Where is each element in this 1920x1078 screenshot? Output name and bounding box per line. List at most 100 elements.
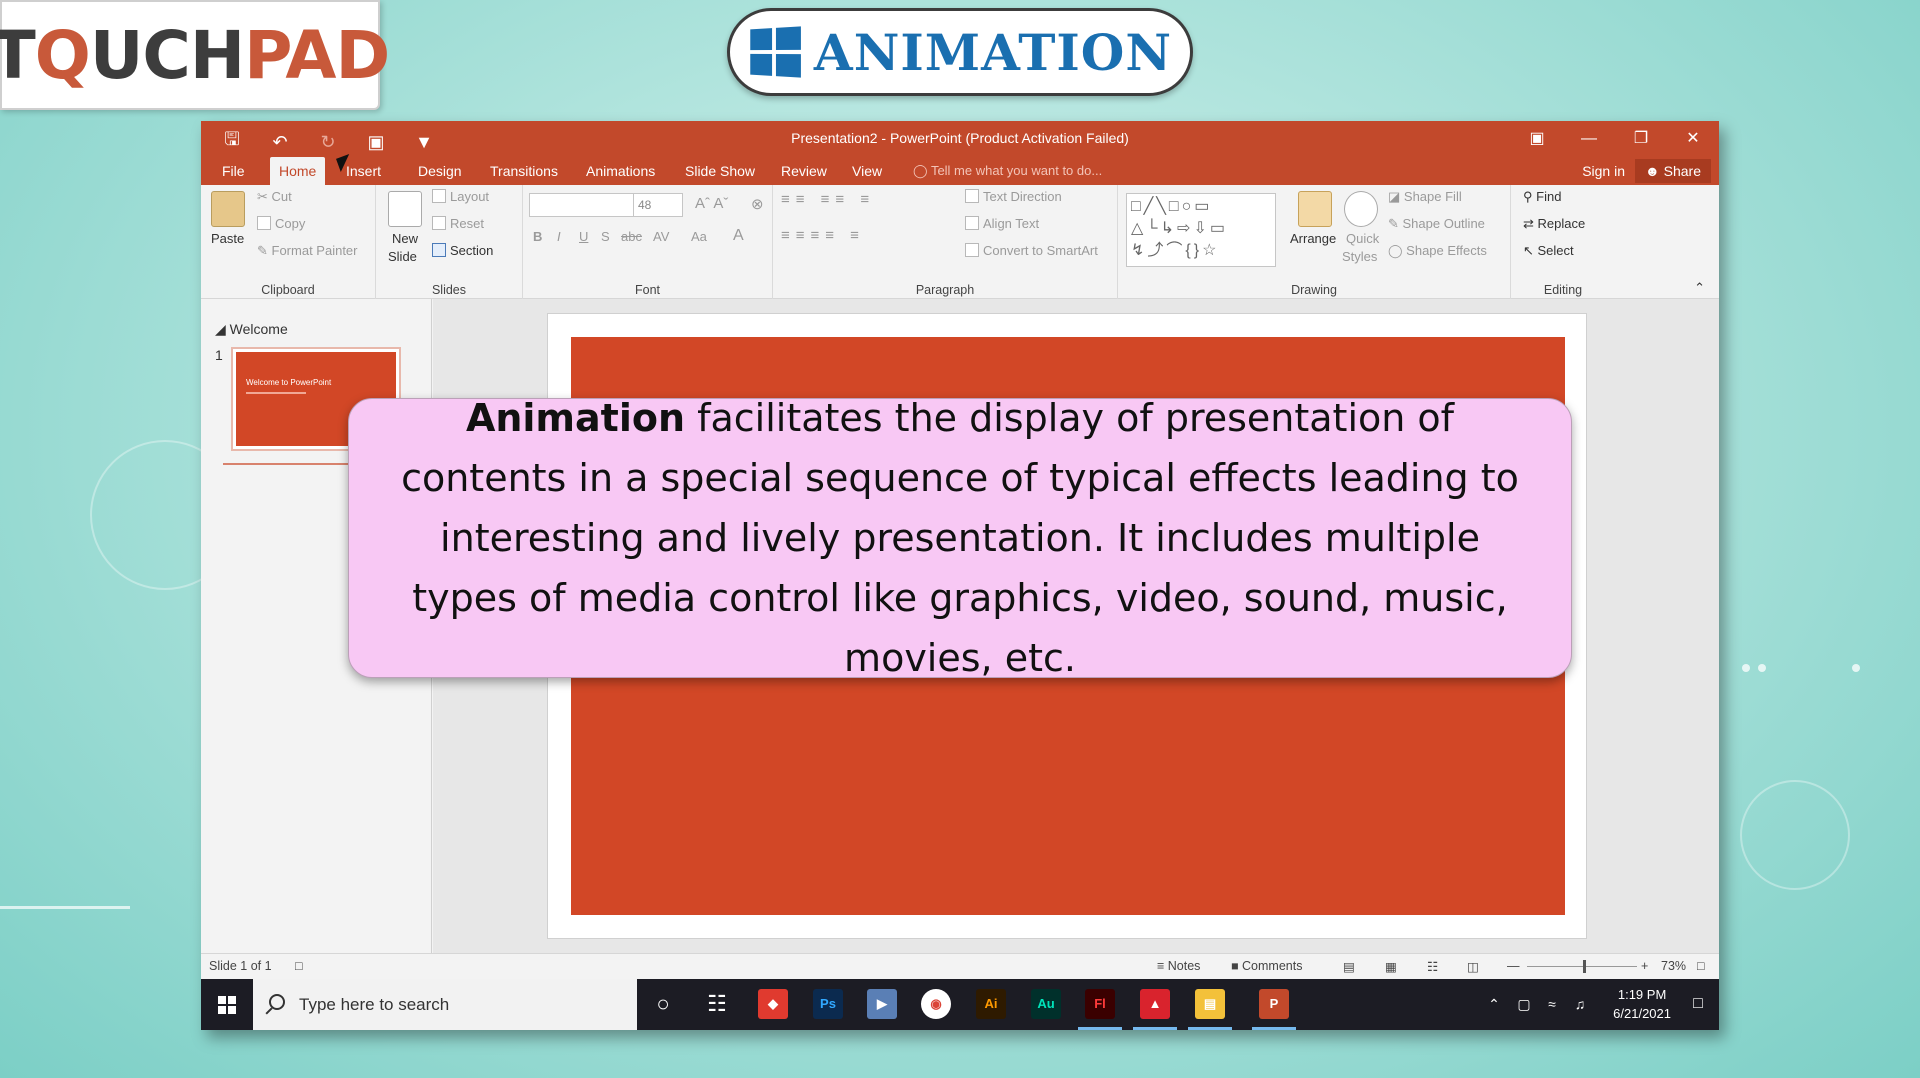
italic-button[interactable]: I [557,229,561,244]
tab-slide-show[interactable]: Slide Show [676,157,764,185]
restore-icon[interactable]: ❐ [1615,121,1667,157]
font-size-combo[interactable]: 48 [633,193,683,217]
align-text-icon [965,216,979,230]
format-painter-button[interactable]: ✎ Format Painter [257,243,358,259]
file-explorer-icon[interactable]: ▤ [1195,989,1225,1019]
chrome-icon[interactable]: ◉ [921,989,951,1019]
quick-styles-label-1[interactable]: Quick [1346,231,1379,246]
zoom-in-icon[interactable]: + [1641,959,1648,973]
new-slide-label-2[interactable]: Slide [388,249,417,264]
ribbon: Paste ✂ Cut Copy ✎ Format Painter Clipbo… [201,185,1719,299]
quick-styles-icon[interactable] [1344,191,1378,227]
slideshow-view-icon[interactable]: ◫ [1467,959,1479,974]
copy-button[interactable]: Copy [257,216,305,231]
zoom-slider[interactable] [1527,966,1637,967]
quick-styles-label-2[interactable]: Styles [1342,249,1377,264]
char-spacing-button[interactable]: AV [653,229,669,244]
tab-view[interactable]: View [843,157,891,185]
section-header[interactable]: ◢ Welcome [215,321,288,338]
fit-slide-icon[interactable]: □ [1697,959,1705,973]
cut-button[interactable]: ✂ Cut [257,189,292,205]
font-color-icon[interactable]: A [733,227,744,245]
accessibility-icon[interactable]: □ [295,959,303,973]
illustrator-icon[interactable]: Ai [976,989,1006,1019]
cortana-icon[interactable]: ○ [648,989,678,1019]
sign-in-link[interactable]: Sign in [1582,157,1625,185]
underline-button[interactable]: U [579,229,588,244]
clear-format-icon[interactable]: ⊗ [751,195,764,213]
zoom-slider-thumb[interactable] [1583,960,1586,973]
new-slide-label-1[interactable]: New [392,231,418,246]
start-button[interactable] [201,979,253,1030]
shape-effects-button[interactable]: ◯ Shape Effects [1388,243,1487,259]
anydesk-icon[interactable]: ◆ [758,989,788,1019]
reading-view-icon[interactable]: ☷ [1427,959,1438,974]
list-icons[interactable]: ≡≡ ≡≡ ≡ [781,191,875,208]
zoom-level[interactable]: 73% [1661,959,1686,973]
change-case-button[interactable]: Aa [691,229,707,244]
callout-bold-term: Animation [465,396,686,440]
zoom-out-icon[interactable]: — [1507,959,1520,973]
arrange-icon[interactable] [1298,191,1332,227]
tab-home[interactable]: Home [270,157,326,185]
task-view-icon[interactable]: ☷ [702,989,732,1019]
ribbon-display-icon[interactable]: ▣ [1511,121,1563,157]
audition-icon[interactable]: Au [1031,989,1061,1019]
font-name-combo[interactable] [529,193,635,217]
strikethrough-button[interactable]: abc [621,229,642,244]
shape-fill-button[interactable]: ◪ Shape Fill [1388,189,1462,205]
notification-icon[interactable]: □ [1683,989,1713,1019]
find-button[interactable]: ⚲ Find [1523,189,1561,205]
paste-icon[interactable] [211,191,245,227]
reset-button[interactable]: Reset [432,216,484,231]
text-direction-button[interactable]: Text Direction [965,189,1062,204]
align-icons[interactable]: ≡≡≡≡ ≡ [781,227,865,244]
thumbnail-title: Welcome to PowerPoint [246,378,332,387]
comment-icon: ■ [1231,959,1243,973]
normal-view-icon[interactable]: ▤ [1343,959,1355,974]
close-icon[interactable]: ✕ [1667,121,1719,157]
new-slide-icon[interactable] [388,191,422,227]
taskbar-search[interactable]: Type here to search [253,979,637,1030]
convert-smartart-button[interactable]: Convert to SmartArt [965,243,1098,258]
tab-design[interactable]: Design [409,157,471,185]
shapes-gallery[interactable]: □╱╲□○▭ △└↳⇨⇩▭ ↯⤴⌒{}☆ [1126,193,1276,267]
section-button[interactable]: Section [432,243,493,258]
comments-label: Comments [1242,959,1303,973]
photoshop-icon[interactable]: Ps [813,989,843,1019]
pointer-icon: ↖ [1523,243,1538,258]
shape-outline-button[interactable]: ✎ Shape Outline [1388,216,1485,232]
clock[interactable]: 1:19 PM 6/21/2021 [1613,985,1671,1023]
volume-icon[interactable]: ♫ [1565,989,1595,1019]
notes-button[interactable]: ≡ Notes [1157,959,1200,973]
chevron-up-icon[interactable]: ⌃ [1479,989,1509,1019]
align-text-button[interactable]: Align Text [965,216,1039,231]
minimize-icon[interactable]: — [1563,121,1615,157]
paste-label[interactable]: Paste [211,231,244,246]
battery-icon[interactable]: ▢ [1509,989,1539,1019]
select-button[interactable]: ↖ Select [1523,243,1574,259]
background-dot [1852,664,1860,672]
tab-transitions[interactable]: Transitions [481,157,567,185]
share-label: Share [1663,163,1701,179]
bold-button[interactable]: B [533,229,542,244]
tell-me-input[interactable]: ◯ Tell me what you want to do... [913,157,1102,185]
acrobat-icon[interactable]: ▲ [1140,989,1170,1019]
flash-icon[interactable]: Fl [1085,989,1115,1019]
share-button[interactable]: ☻ Share [1635,159,1711,183]
logo-text-part: Q [34,16,91,94]
media-player-icon[interactable]: ▶ [867,989,897,1019]
comments-button[interactable]: ■ Comments [1231,959,1302,973]
tab-file[interactable]: File [213,157,254,185]
layout-button[interactable]: Layout [432,189,489,204]
powerpoint-taskbar-icon[interactable]: P [1259,989,1289,1019]
tab-review[interactable]: Review [772,157,836,185]
grow-font-icon[interactable]: Aˆ Aˇ [695,195,728,212]
arrange-label[interactable]: Arrange [1290,231,1336,246]
tab-animations[interactable]: Animations [577,157,664,185]
replace-button[interactable]: ⇄ Replace [1523,216,1585,232]
shadow-button[interactable]: S [601,229,610,244]
wifi-icon[interactable]: ≈ [1537,989,1567,1019]
collapse-ribbon-icon[interactable]: ⌃ [1694,280,1705,296]
sorter-view-icon[interactable]: ▦ [1385,959,1397,974]
